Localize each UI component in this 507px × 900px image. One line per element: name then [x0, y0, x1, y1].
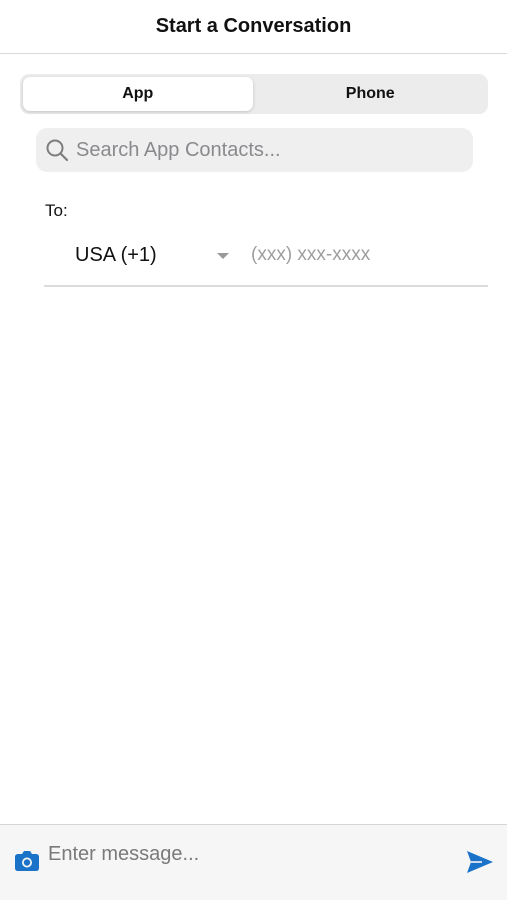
start-conversation-screen: Start a Conversation App Phone To: USA (…: [0, 0, 507, 900]
header-bar: Start a Conversation: [0, 0, 507, 54]
search-icon: [44, 137, 70, 163]
send-icon[interactable]: [466, 849, 496, 877]
message-input[interactable]: [48, 839, 448, 869]
search-bar[interactable]: [36, 128, 473, 172]
recipient-type-segmented-control: App Phone: [20, 74, 488, 114]
to-label: To:: [45, 201, 68, 220]
search-input[interactable]: [76, 138, 456, 162]
country-code-value: USA (+1): [75, 243, 157, 266]
camera-icon[interactable]: [14, 849, 42, 875]
country-code-select[interactable]: USA (+1): [60, 232, 240, 278]
message-composer: [0, 824, 507, 900]
phone-number-input[interactable]: [251, 236, 481, 274]
dropdown-caret-icon: [217, 253, 229, 259]
page-title: Start a Conversation: [155, 15, 352, 37]
recipient-divider: [44, 285, 488, 287]
tab-app[interactable]: App: [23, 77, 253, 111]
tab-phone[interactable]: Phone: [256, 77, 486, 111]
